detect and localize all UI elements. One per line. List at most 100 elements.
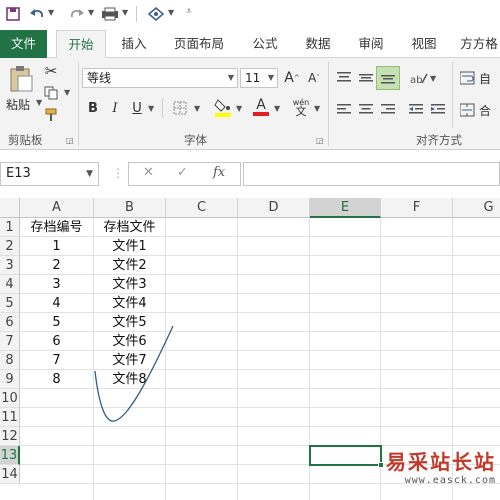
cell-b8[interactable]: 文件7 (94, 351, 166, 370)
cell-a3[interactable]: 2 (20, 256, 94, 275)
empty-cell[interactable] (381, 294, 453, 313)
cut-icon[interactable]: ✂ (42, 62, 60, 80)
empty-cell[interactable] (166, 237, 238, 256)
touch-mode-icon[interactable] (146, 4, 166, 24)
column-header-f[interactable]: F (381, 198, 453, 218)
empty-cell[interactable] (453, 256, 500, 275)
column-header-b[interactable]: B (94, 198, 166, 218)
column-header-a[interactable]: A (20, 198, 94, 218)
align-top-icon[interactable] (334, 68, 354, 88)
column-header-g[interactable]: G (453, 198, 500, 218)
empty-cell[interactable] (238, 294, 310, 313)
empty-cell[interactable] (166, 275, 238, 294)
empty-cell[interactable] (310, 275, 381, 294)
cell-b4[interactable]: 文件3 (94, 275, 166, 294)
empty-cell[interactable] (381, 275, 453, 294)
empty-cell[interactable] (20, 408, 94, 427)
empty-cell[interactable] (453, 313, 500, 332)
empty-cell[interactable] (94, 465, 166, 484)
font-launcher-icon[interactable]: ◲ (316, 136, 324, 145)
name-box[interactable]: E13 ▼ (0, 162, 99, 186)
cell-b6[interactable]: 文件5 (94, 313, 166, 332)
empty-cell[interactable] (20, 389, 94, 408)
empty-cell[interactable] (166, 484, 238, 500)
phonetic-guide-icon[interactable]: wén 文 (290, 96, 312, 118)
name-box-dropdown-icon[interactable]: ▼ (86, 163, 93, 185)
cell-a6[interactable]: 5 (20, 313, 94, 332)
empty-cell[interactable] (381, 484, 453, 500)
empty-cell[interactable] (381, 427, 453, 446)
paste-icon[interactable] (6, 64, 36, 94)
cell-b3[interactable]: 文件2 (94, 256, 166, 275)
cell-a9[interactable]: 8 (20, 370, 94, 389)
empty-cell[interactable] (94, 484, 166, 500)
empty-cell[interactable] (166, 256, 238, 275)
empty-cell[interactable] (381, 256, 453, 275)
borders-icon[interactable] (170, 98, 190, 118)
empty-cell[interactable] (20, 446, 94, 465)
phonetic-dropdown-icon[interactable]: ▼ (314, 104, 320, 113)
underline-button[interactable]: U (128, 98, 146, 118)
cell-a1[interactable]: 存档编号 (20, 218, 94, 237)
empty-cell[interactable] (238, 332, 310, 351)
tab-insert[interactable]: 插入 (112, 30, 156, 58)
insert-function-icon[interactable]: fx (213, 165, 225, 180)
print-dropdown-icon[interactable]: ▼ (122, 8, 128, 17)
row-header-14[interactable]: 14 (0, 465, 20, 484)
empty-cell[interactable] (310, 370, 381, 389)
row-header-8[interactable]: 8 (0, 351, 20, 370)
cell-b9[interactable]: 文件8 (94, 370, 166, 389)
empty-cell[interactable] (453, 218, 500, 237)
row-header-2[interactable]: 2 (0, 237, 20, 256)
empty-cell[interactable] (453, 275, 500, 294)
cell-a8[interactable]: 7 (20, 351, 94, 370)
empty-cell[interactable] (94, 446, 166, 465)
merge-center-button[interactable]: 合 (460, 100, 500, 120)
empty-cell[interactable] (310, 351, 381, 370)
paste-label[interactable]: 粘贴 (6, 96, 30, 113)
empty-cell[interactable] (166, 313, 238, 332)
italic-button[interactable]: I (106, 98, 124, 118)
empty-cell[interactable] (381, 389, 453, 408)
empty-cell[interactable] (310, 427, 381, 446)
row-header-6[interactable]: 6 (0, 313, 20, 332)
empty-cell[interactable] (381, 370, 453, 389)
cell-b1[interactable]: 存档文件 (94, 218, 166, 237)
empty-cell[interactable] (310, 389, 381, 408)
empty-cell[interactable] (238, 389, 310, 408)
active-cell-e13[interactable] (309, 445, 384, 468)
column-header-d[interactable]: D (238, 198, 310, 218)
empty-cell[interactable] (381, 313, 453, 332)
cell-a4[interactable]: 3 (20, 275, 94, 294)
cell-a2[interactable]: 1 (20, 237, 94, 256)
tab-file[interactable]: 文件 (0, 30, 47, 58)
row-header-11[interactable]: 11 (0, 408, 20, 427)
empty-cell[interactable] (310, 313, 381, 332)
empty-cell[interactable] (453, 332, 500, 351)
row-header-12[interactable]: 12 (0, 427, 20, 446)
empty-cell[interactable] (238, 275, 310, 294)
fill-color-icon[interactable] (212, 96, 234, 118)
empty-cell[interactable] (310, 465, 381, 484)
undo-icon[interactable] (28, 4, 46, 24)
touch-dropdown-icon[interactable]: ▼ (168, 8, 174, 17)
cell-a5[interactable]: 4 (20, 294, 94, 313)
empty-cell[interactable] (310, 237, 381, 256)
empty-cell[interactable] (94, 427, 166, 446)
save-icon[interactable] (4, 4, 22, 24)
empty-cell[interactable] (166, 465, 238, 484)
select-all-corner[interactable] (0, 198, 20, 218)
orientation-icon[interactable]: ab (408, 68, 430, 88)
empty-cell[interactable] (20, 465, 94, 484)
empty-cell[interactable] (310, 408, 381, 427)
orientation-dropdown-icon[interactable]: ▼ (430, 74, 436, 83)
font-name-dropdown-icon[interactable]: ▼ (228, 69, 234, 87)
cell-b7[interactable]: 文件6 (94, 332, 166, 351)
empty-cell[interactable] (238, 465, 310, 484)
empty-cell[interactable] (94, 389, 166, 408)
empty-cell[interactable] (166, 427, 238, 446)
redo-dropdown-icon[interactable]: ▼ (88, 8, 94, 17)
fill-color-dropdown-icon[interactable]: ▼ (236, 104, 242, 113)
empty-cell[interactable] (166, 446, 238, 465)
tab-data[interactable]: 数据 (296, 30, 340, 58)
